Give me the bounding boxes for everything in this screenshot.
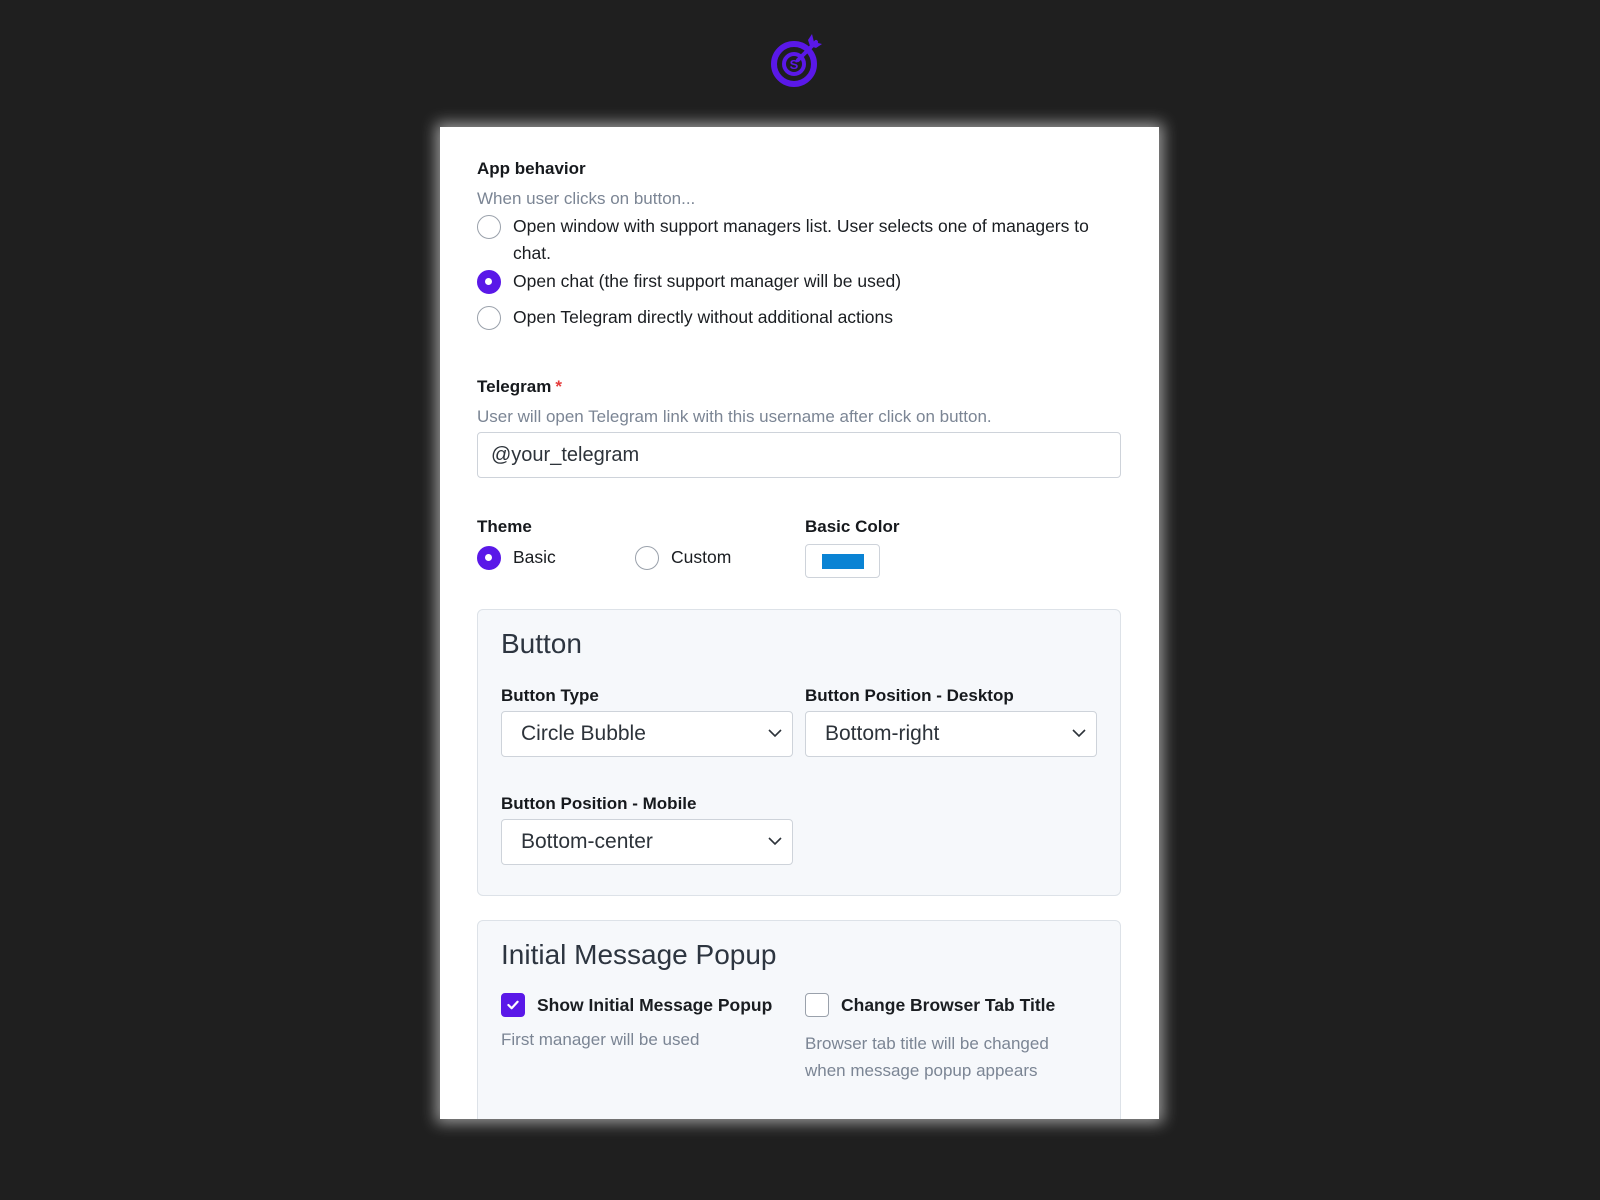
behavior-option-open-chat-label: Open chat (the first support manager wil… xyxy=(513,271,902,291)
telegram-label-text: Telegram xyxy=(477,377,552,396)
change-tab-title-option[interactable]: Change Browser Tab Title xyxy=(805,993,1055,1017)
change-tab-title-label: Change Browser Tab Title xyxy=(841,994,1056,1015)
checkmark-icon xyxy=(507,1000,519,1010)
button-position-mobile-label: Button Position - Mobile xyxy=(501,794,697,813)
button-type-label: Button Type xyxy=(501,686,599,705)
show-initial-popup-hint: First manager will be used xyxy=(501,1030,700,1049)
button-section-title: Button xyxy=(501,628,582,659)
change-tab-title-hint-line1: Browser tab title will be changed xyxy=(805,1034,1049,1053)
theme-label: Theme xyxy=(477,517,532,536)
chevron-down-icon xyxy=(1072,729,1086,738)
button-position-desktop-select[interactable]: Bottom-right xyxy=(805,711,1097,757)
behavior-option-open-telegram[interactable]: Open Telegram directly without additiona… xyxy=(477,304,893,331)
theme-option-basic-label: Basic xyxy=(513,547,556,567)
behavior-option-open-chat[interactable]: Open chat (the first support manager wil… xyxy=(477,268,901,295)
behavior-option-managers-list-line1: Open window with support managers list. … xyxy=(513,216,1089,236)
telegram-username-input[interactable]: @your_telegram xyxy=(477,432,1121,478)
show-initial-popup-option[interactable]: Show Initial Message Popup xyxy=(501,993,772,1017)
app-behavior-label: App behavior xyxy=(477,159,586,178)
theme-option-custom[interactable]: Custom xyxy=(635,544,731,571)
radio-managers-list[interactable] xyxy=(477,215,501,239)
change-tab-title-hint-line2: when message popup appears xyxy=(805,1061,1038,1080)
basic-color-label: Basic Color xyxy=(805,517,900,536)
target-s-logo-icon: S xyxy=(771,34,822,87)
button-position-mobile-value: Bottom-center xyxy=(521,830,653,853)
popup-section-title: Initial Message Popup xyxy=(501,939,777,970)
chevron-down-icon xyxy=(768,729,782,738)
basic-color-swatch xyxy=(822,554,864,569)
show-initial-popup-checkbox[interactable] xyxy=(501,993,525,1017)
behavior-option-managers-list-label: Open window with support managers list. … xyxy=(513,213,1089,267)
initial-message-popup-card: Initial Message Popup Show Initial Messa… xyxy=(477,920,1121,1119)
button-type-value: Circle Bubble xyxy=(521,722,646,745)
telegram-label: Telegram * xyxy=(477,377,562,397)
radio-open-telegram[interactable] xyxy=(477,306,501,330)
radio-theme-custom[interactable] xyxy=(635,546,659,570)
behavior-option-managers-list[interactable]: Open window with support managers list. … xyxy=(477,213,1121,267)
radio-open-chat[interactable] xyxy=(477,270,501,294)
behavior-option-open-telegram-label: Open Telegram directly without additiona… xyxy=(513,307,894,327)
theme-option-custom-label: Custom xyxy=(671,547,732,567)
button-position-mobile-select[interactable]: Bottom-center xyxy=(501,819,793,865)
basic-color-picker[interactable] xyxy=(805,544,880,578)
required-mark: * xyxy=(555,377,562,396)
show-initial-popup-label: Show Initial Message Popup xyxy=(537,994,773,1015)
telegram-hint: User will open Telegram link with this u… xyxy=(477,407,992,426)
button-type-select[interactable]: Circle Bubble xyxy=(501,711,793,757)
theme-option-basic[interactable]: Basic xyxy=(477,544,556,571)
settings-panel: App behavior When user clicks on button.… xyxy=(440,127,1159,1119)
button-settings-card: Button Button Type Circle Bubble Button … xyxy=(477,609,1121,896)
button-position-desktop-label: Button Position - Desktop xyxy=(805,686,1014,705)
radio-theme-basic[interactable] xyxy=(477,546,501,570)
app-behavior-hint: When user clicks on button... xyxy=(477,189,696,208)
behavior-option-managers-list-line2: chat. xyxy=(513,243,551,263)
button-position-desktop-value: Bottom-right xyxy=(825,722,940,745)
telegram-username-value: @your_telegram xyxy=(491,443,640,466)
change-tab-title-hint: Browser tab title will be changed when m… xyxy=(805,1030,1049,1084)
chevron-down-icon xyxy=(768,837,782,846)
change-tab-title-checkbox[interactable] xyxy=(805,993,829,1017)
